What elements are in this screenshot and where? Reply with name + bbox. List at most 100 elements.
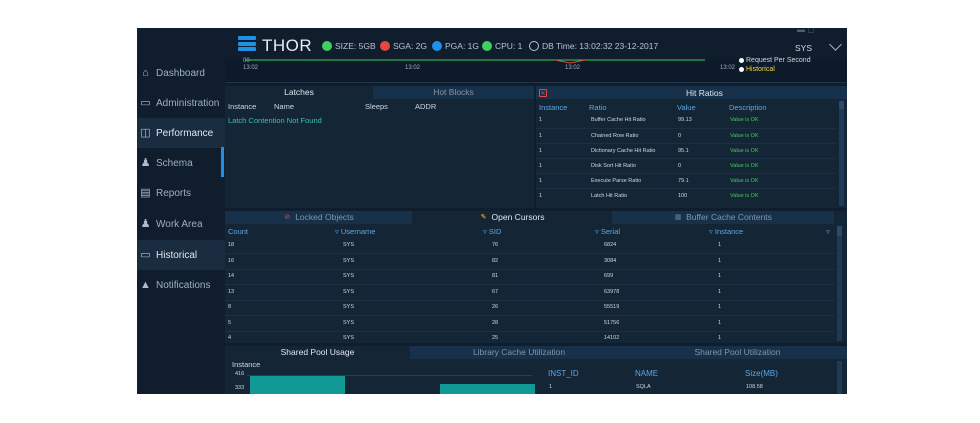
sidebar-item-dashboard[interactable]: ⌂ Dashboard bbox=[137, 58, 225, 88]
sga-status-icon bbox=[380, 41, 390, 51]
scrollbar-thumb[interactable] bbox=[837, 226, 842, 236]
column-filter-icon[interactable]: ▿ bbox=[826, 227, 830, 236]
pool-y-tick: 333 bbox=[235, 385, 245, 391]
latches-tabs: Latches Hot Blocks bbox=[225, 86, 534, 99]
tab-buffer-cache-contents[interactable]: ▦ Buffer Cache Contents bbox=[612, 211, 834, 224]
table-cell: 51756 bbox=[604, 319, 620, 326]
tab-open-cursors[interactable]: ✎ Open Cursors bbox=[412, 211, 612, 224]
cpu-label: CPU: 1 bbox=[495, 41, 523, 51]
table-cell: Latch Hit Ratio bbox=[591, 193, 628, 199]
column-header[interactable]: Name bbox=[274, 102, 294, 111]
column-header[interactable]: Size(MB) bbox=[745, 369, 778, 378]
cursors-tabs: ⊘ Locked Objects ✎ Open Cursors ▦ Buffer… bbox=[225, 211, 834, 224]
monitor-icon: ▭ bbox=[140, 96, 151, 109]
legend-label: Request Per Second bbox=[746, 57, 811, 64]
vertical-scrollbar[interactable] bbox=[837, 226, 842, 341]
pool-bar bbox=[250, 376, 345, 394]
size-stat: SIZE: 5GB bbox=[322, 41, 376, 51]
column-header[interactable]: Value bbox=[677, 103, 696, 112]
vertical-scrollbar[interactable] bbox=[837, 361, 842, 394]
column-header[interactable]: Sleeps bbox=[365, 102, 388, 111]
hit-ratios-panel: ✕ Hit Ratios Instance Ratio Value Descri… bbox=[536, 86, 847, 208]
user-name[interactable]: SYS bbox=[795, 43, 812, 53]
column-header[interactable]: Instance bbox=[539, 103, 567, 112]
table-cell: Buffer Cache Hit Ratio bbox=[591, 117, 646, 123]
table-cell: 0 bbox=[678, 163, 682, 169]
legend-dot-icon bbox=[739, 58, 744, 63]
pga-label: PGA: 1G bbox=[445, 41, 480, 51]
column-header-sid[interactable]: ▿ SID bbox=[483, 227, 501, 236]
legend-request-per-second: Request Per Second bbox=[739, 57, 811, 64]
table-cell: SYS bbox=[343, 273, 355, 279]
table-cell: 18 bbox=[228, 242, 235, 248]
empty-message: Latch Contention Not Found bbox=[228, 116, 322, 125]
row-divider bbox=[536, 173, 836, 174]
column-header[interactable]: Ratio bbox=[589, 103, 607, 112]
home-icon: ⌂ bbox=[142, 66, 149, 79]
sidebar-item-historical[interactable]: ▭ Historical bbox=[137, 240, 225, 270]
sidebar-item-schema[interactable]: ♟ Schema bbox=[137, 148, 225, 178]
window-controls-icon[interactable]: ▬ ▢ bbox=[797, 28, 815, 34]
table-cell: 0 bbox=[678, 133, 682, 139]
performance-icon: ◫ bbox=[140, 126, 151, 139]
column-header[interactable]: INST_ID bbox=[548, 369, 579, 378]
column-header[interactable]: Description bbox=[729, 103, 767, 112]
row-divider bbox=[225, 268, 835, 270]
tab-hot-blocks[interactable]: Hot Blocks bbox=[373, 86, 534, 99]
scrollbar-thumb[interactable] bbox=[839, 101, 844, 109]
sidebar-item-work-area[interactable]: ♟ Work Area bbox=[137, 209, 225, 239]
app-brand: THOR bbox=[262, 36, 313, 55]
sidebar-item-administration[interactable]: ▭ Administration bbox=[137, 88, 225, 118]
legend-label: Historical bbox=[746, 66, 775, 73]
chevron-down-icon[interactable] bbox=[829, 38, 842, 51]
pga-status-icon bbox=[432, 41, 442, 51]
column-label: SID bbox=[488, 227, 502, 236]
sidebar-item-reports[interactable]: ▤ Reports bbox=[137, 178, 225, 208]
column-header[interactable]: NAME bbox=[635, 369, 658, 378]
table-cell: 55519 bbox=[604, 304, 620, 310]
cpu-stat: CPU: 1 bbox=[482, 41, 522, 51]
column-header-serial[interactable]: ▿ Serial bbox=[595, 227, 620, 236]
chart-series-line bbox=[245, 59, 705, 64]
table-cell: 1 bbox=[539, 193, 543, 199]
table-cell: 16 bbox=[228, 257, 235, 264]
db-time: DB Time: 13:02:32 23-12-2017 bbox=[529, 41, 658, 51]
column-header[interactable]: Count bbox=[228, 227, 248, 236]
monitor-icon: ▭ bbox=[140, 248, 151, 261]
size-status-icon bbox=[322, 41, 332, 51]
tab-shared-pool-utilization[interactable]: Shared Pool Utilization bbox=[628, 346, 847, 359]
sga-stat: SGA: 2G bbox=[380, 41, 427, 51]
table-cell: 1 bbox=[539, 133, 543, 139]
column-header[interactable]: Instance bbox=[228, 102, 256, 111]
table-cell: Value is OK bbox=[730, 133, 759, 139]
tab-latches[interactable]: Latches bbox=[225, 86, 373, 99]
table-cell: 1 bbox=[539, 163, 543, 169]
table-cell: 108.58 bbox=[746, 384, 763, 390]
tab-locked-objects[interactable]: ⊘ Locked Objects bbox=[225, 211, 412, 224]
table-cell: 1 bbox=[718, 288, 722, 295]
size-label: SIZE: 5GB bbox=[335, 41, 376, 51]
column-header-instance[interactable]: ▿ Instance bbox=[709, 227, 743, 236]
table-cell: 25 bbox=[492, 335, 499, 341]
table-cell: 1 bbox=[718, 242, 722, 248]
request-chart: 00 13:02 13:02 13:02 13:02 Request Per S… bbox=[225, 57, 847, 83]
sidebar-item-performance[interactable]: ◫ Performance bbox=[137, 118, 225, 148]
table-cell: Value is OK bbox=[730, 117, 759, 123]
report-icon: ▤ bbox=[140, 186, 151, 199]
row-divider bbox=[225, 299, 835, 301]
table-cell: 82 bbox=[492, 257, 499, 264]
table-cell: SYS bbox=[343, 335, 355, 341]
row-divider bbox=[225, 330, 835, 332]
vertical-scrollbar[interactable] bbox=[839, 101, 844, 206]
tab-shared-pool-usage[interactable]: Shared Pool Usage bbox=[225, 346, 410, 359]
table-cell: Execute Parse Ratio bbox=[591, 178, 642, 184]
table-cell: 100 bbox=[678, 193, 688, 199]
column-header[interactable]: ADDR bbox=[415, 102, 436, 111]
tab-library-cache-utilization[interactable]: Library Cache Utilization bbox=[410, 346, 628, 359]
sidebar-item-notifications[interactable]: ▲ Notifications bbox=[137, 270, 225, 300]
table-cell: 81 bbox=[492, 273, 499, 279]
lock-icon: ⊘ bbox=[284, 213, 291, 221]
clock-icon bbox=[529, 41, 539, 51]
table-cell: 13 bbox=[228, 288, 235, 295]
column-header-username[interactable]: ▿ Username bbox=[335, 227, 375, 236]
